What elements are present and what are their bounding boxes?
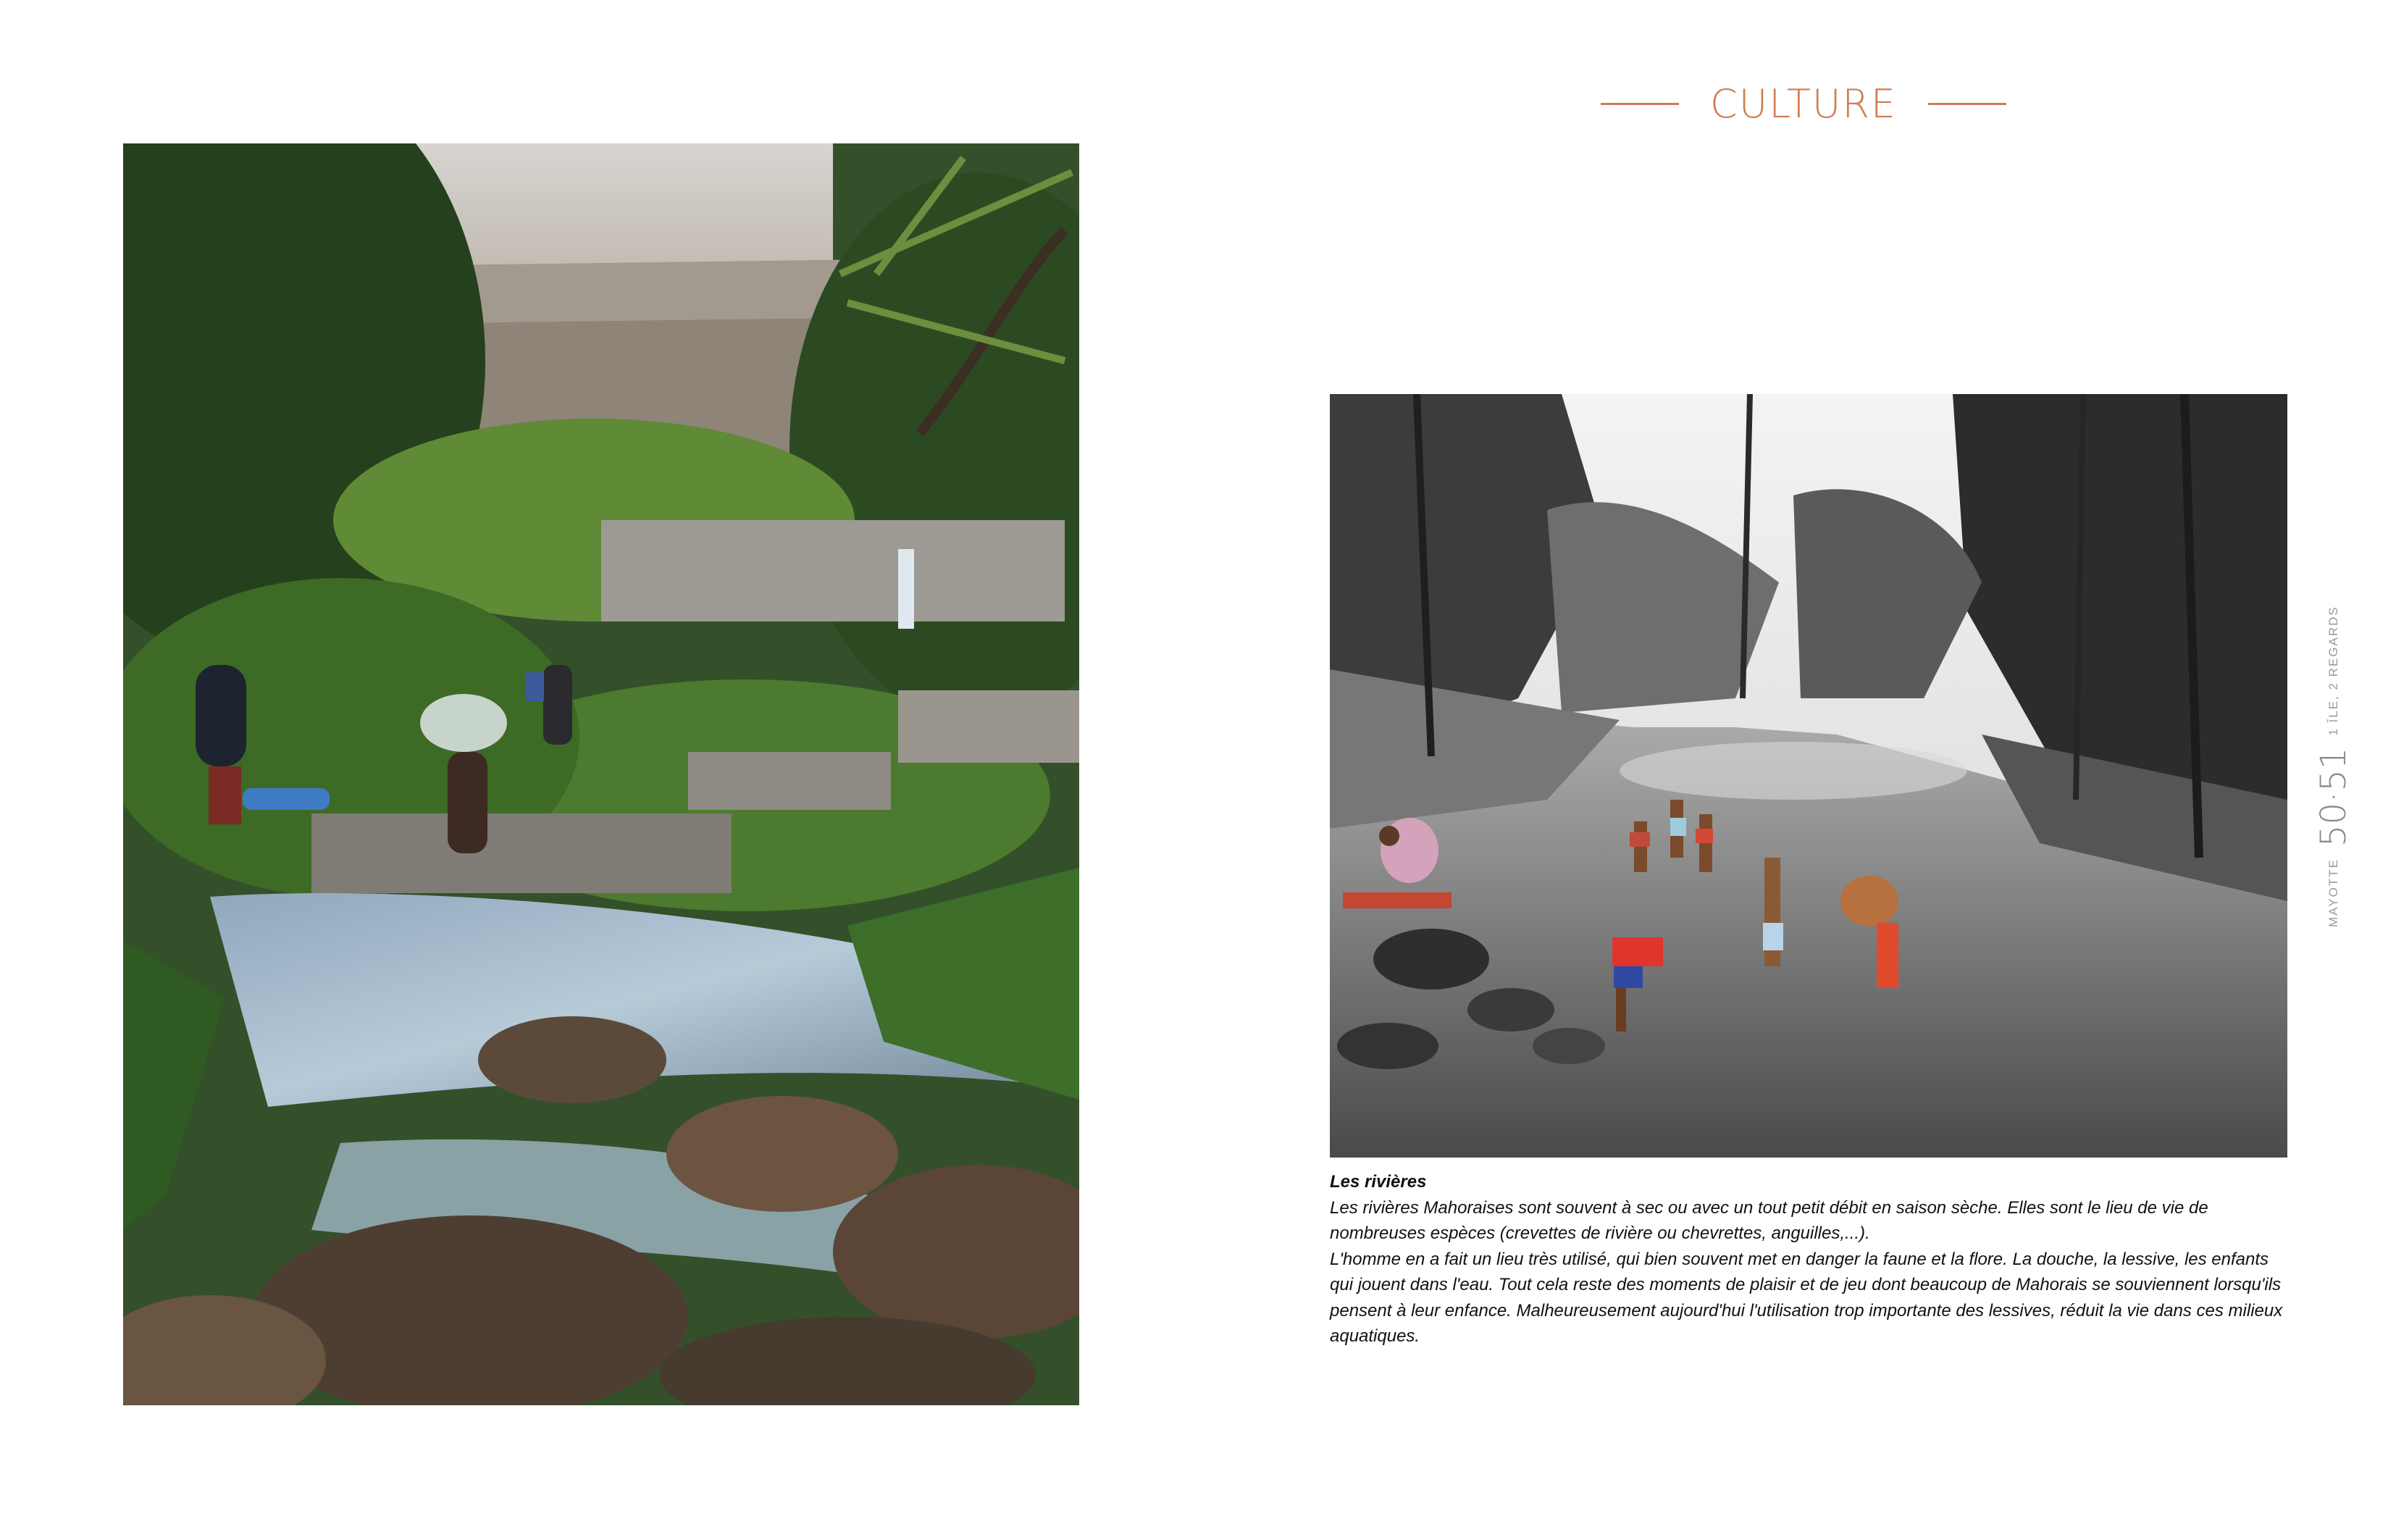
caption-paragraph: Les rivières Mahoraises sont souvent à s… — [1330, 1197, 2208, 1244]
river-photograph — [123, 143, 1079, 1405]
header-rule-right — [1928, 102, 2006, 105]
river-painting-art — [1330, 394, 2287, 1158]
section-title: CULTURE — [1709, 80, 1898, 127]
section-header: CULTURE — [1601, 78, 2006, 129]
header-rule-left — [1601, 102, 1679, 105]
river-photograph-art — [123, 143, 1079, 1405]
caption-title: Les rivières — [1330, 1172, 1427, 1192]
page-folio: MAYOTTE 50·51 1 ÎLE, 2 REGARDS — [2312, 606, 2355, 927]
folio-tagline: 1 ÎLE, 2 REGARDS — [2326, 606, 2340, 736]
caption-paragraph: L'homme en a fait un lieu très utilisé, … — [1330, 1249, 2283, 1347]
river-painting — [1330, 394, 2287, 1158]
image-caption: Les rivières Les rivières Mahoraises son… — [1330, 1169, 2287, 1349]
page-numbers: 50·51 — [2313, 747, 2354, 848]
folio-place: MAYOTTE — [2326, 858, 2340, 927]
